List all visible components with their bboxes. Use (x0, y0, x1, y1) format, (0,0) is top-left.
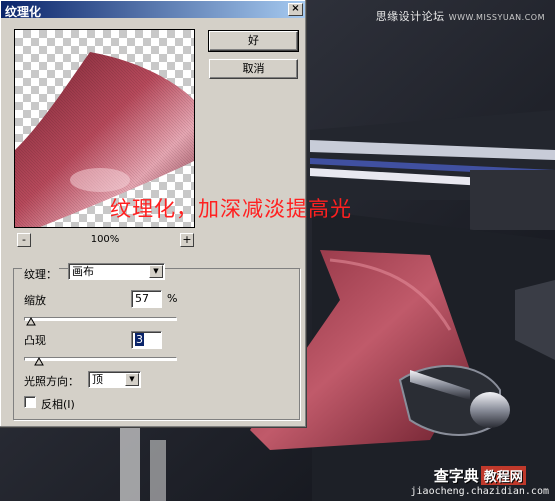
tutorial-caption: 纹理化，加深减淡提高光 (110, 197, 352, 221)
relief-value: 3 (135, 333, 144, 346)
zoom-level: 100% (90, 234, 120, 245)
light-direction-value: 顶 (92, 373, 103, 386)
close-button[interactable]: × (288, 3, 303, 16)
zoom-out-button[interactable]: - (17, 233, 31, 247)
texture-value: 画布 (72, 265, 94, 278)
scale-label: 缩放 (24, 294, 46, 307)
bottom-watermark: 查字典 教程网 jiaocheng.chazidian.com (410, 466, 549, 497)
chevron-down-icon[interactable]: ▼ (125, 373, 139, 386)
ok-button[interactable]: 好 (208, 30, 299, 52)
invert-checkbox[interactable] (24, 396, 36, 408)
scale-slider-track[interactable] (24, 317, 177, 321)
light-direction-label: 光照方向： (24, 375, 79, 388)
texture-dropdown[interactable]: 画布 ▼ (68, 263, 165, 280)
top-watermark: 思缘设计论坛 WWW.MISSYUAN.COM (375, 10, 545, 23)
dialog-titlebar[interactable]: 纹理化 × (1, 1, 305, 19)
relief-input[interactable]: 3 (131, 331, 162, 349)
scale-unit: % (167, 292, 178, 305)
dialog-title: 纹理化 (5, 5, 42, 19)
invert-label: 反相(I) (41, 398, 75, 411)
zoom-in-button[interactable]: + (180, 233, 194, 247)
cancel-button[interactable]: 取消 (209, 59, 298, 79)
relief-slider-thumb[interactable] (34, 356, 45, 366)
scale-slider-thumb[interactable] (26, 316, 36, 326)
texture-label: 纹理： (22, 266, 59, 282)
light-direction-dropdown[interactable]: 顶 ▼ (88, 371, 141, 388)
chevron-down-icon[interactable]: ▼ (149, 265, 163, 278)
relief-slider-track[interactable] (24, 357, 177, 361)
relief-label: 凸现 (24, 334, 46, 347)
scale-input[interactable]: 57 (131, 290, 162, 308)
